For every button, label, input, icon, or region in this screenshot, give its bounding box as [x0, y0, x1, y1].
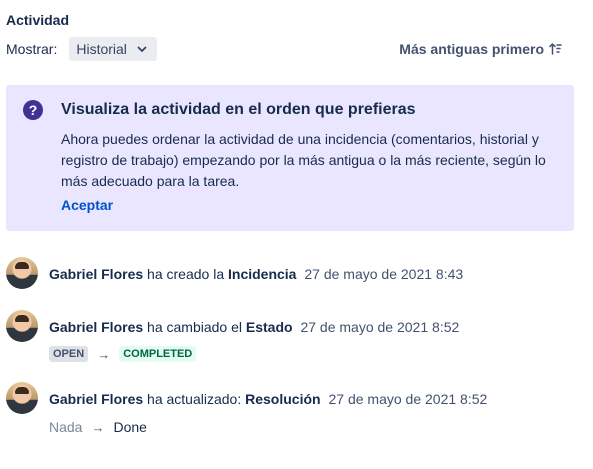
entry-action: ha cambiado el [147, 319, 242, 335]
banner-body: Ahora puedes ordenar la actividad de una… [61, 131, 546, 189]
entry-user[interactable]: Gabriel Flores [49, 266, 143, 282]
activity-entry: Gabriel Flores ha cambiado el Estado 27 … [6, 310, 576, 366]
entry-date[interactable]: 27 de mayo de 2021 8:52 [328, 391, 487, 407]
resolution-to: Done [113, 419, 147, 435]
entry-field: Resolución [245, 391, 321, 407]
entry-field: Estado [245, 319, 293, 335]
entry-user[interactable]: Gabriel Flores [49, 391, 143, 407]
activity-title: Actividad [6, 12, 70, 28]
entry-user[interactable]: Gabriel Flores [49, 319, 143, 335]
status-change: OPEN → COMPLETED [49, 346, 197, 362]
entry-date[interactable]: 27 de mayo de 2021 8:43 [304, 266, 463, 282]
arrow-right-icon: → [91, 419, 105, 435]
show-dropdown[interactable]: Historial [69, 37, 157, 61]
arrow-right-icon: → [97, 346, 111, 362]
show-filter: Mostrar: Historial [6, 37, 157, 61]
entry-line: Gabriel Flores ha cambiado el Estado 27 … [49, 319, 459, 335]
show-dropdown-value: Historial [76, 41, 127, 57]
resolution-from: Nada [49, 419, 83, 435]
sort-order-label: Más antiguas primero [399, 41, 544, 57]
chevron-down-icon [137, 46, 147, 52]
entry-action: ha actualizado: [147, 391, 242, 407]
activity-entry: Gabriel Flores ha creado la Incidencia 2… [6, 257, 576, 293]
info-banner: ? Visualiza la actividad en el orden que… [6, 85, 574, 231]
avatar[interactable] [6, 310, 38, 342]
status-to-lozenge: COMPLETED [119, 346, 197, 362]
entry-action: ha creado la [147, 266, 225, 282]
question-icon: ? [23, 100, 43, 120]
resolution-change: Nada → Done [49, 419, 147, 435]
accept-button[interactable]: Aceptar [61, 197, 113, 213]
entry-line: Gabriel Flores ha creado la Incidencia 2… [49, 266, 463, 282]
banner-title: Visualiza la actividad en el orden que p… [61, 101, 416, 118]
activity-entry: Gabriel Flores ha actualizado: Resolució… [6, 382, 576, 438]
entry-line: Gabriel Flores ha actualizado: Resolució… [49, 391, 487, 407]
entry-field: Incidencia [228, 266, 297, 282]
avatar[interactable] [6, 382, 38, 414]
show-label: Mostrar: [6, 41, 58, 57]
status-from-lozenge: OPEN [49, 346, 89, 362]
sort-ascending-icon [549, 43, 562, 55]
avatar[interactable] [6, 257, 38, 289]
sort-order-button[interactable]: Más antiguas primero [399, 37, 563, 61]
entry-date[interactable]: 27 de mayo de 2021 8:52 [300, 319, 459, 335]
